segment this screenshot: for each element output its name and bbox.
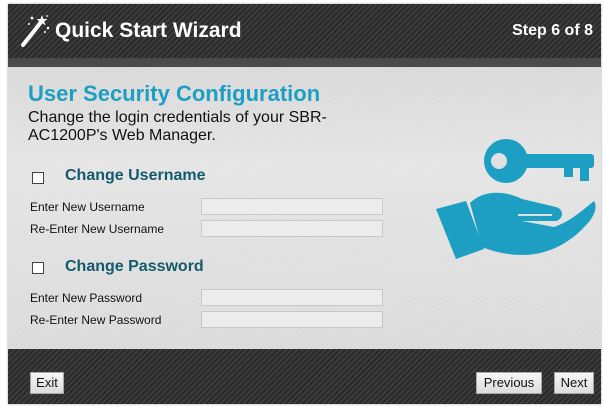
page-title: User Security Configuration — [28, 81, 321, 106]
quick-start-wizard: Quick Start Wizard Step 6 of 8 User Secu… — [8, 4, 601, 404]
reenter-password-label: Re-Enter New Password — [30, 313, 162, 327]
magic-wand-icon — [21, 15, 50, 47]
wizard-footer: Exit Previous Next — [8, 349, 601, 404]
step-indicator: Step 6 of 8 — [512, 22, 593, 39]
new-username-input[interactable] — [201, 198, 383, 215]
page-description: Change the login credentials of your SBR… — [28, 109, 327, 144]
new-username-label: Enter New Username — [30, 200, 145, 214]
wizard-header: Quick Start Wizard Step 6 of 8 — [8, 4, 601, 58]
change-username-checkbox[interactable] — [32, 172, 44, 184]
previous-button[interactable]: Previous — [476, 372, 542, 394]
next-button[interactable]: Next — [554, 372, 594, 394]
new-password-input[interactable] — [201, 289, 383, 306]
exit-button[interactable]: Exit — [30, 372, 64, 394]
new-password-label: Enter New Password — [30, 291, 143, 305]
change-password-title: Change Password — [65, 258, 204, 275]
change-username-title: Change Username — [65, 167, 206, 184]
key-in-hand-icon — [436, 139, 596, 259]
reenter-username-input[interactable] — [201, 220, 383, 237]
wizard-title: Quick Start Wizard — [55, 19, 242, 42]
reenter-username-label: Re-Enter New Username — [30, 222, 165, 236]
change-password-checkbox[interactable] — [32, 262, 44, 274]
wizard-body: User Security Configuration Change the l… — [8, 67, 601, 349]
reenter-password-input[interactable] — [201, 311, 383, 328]
